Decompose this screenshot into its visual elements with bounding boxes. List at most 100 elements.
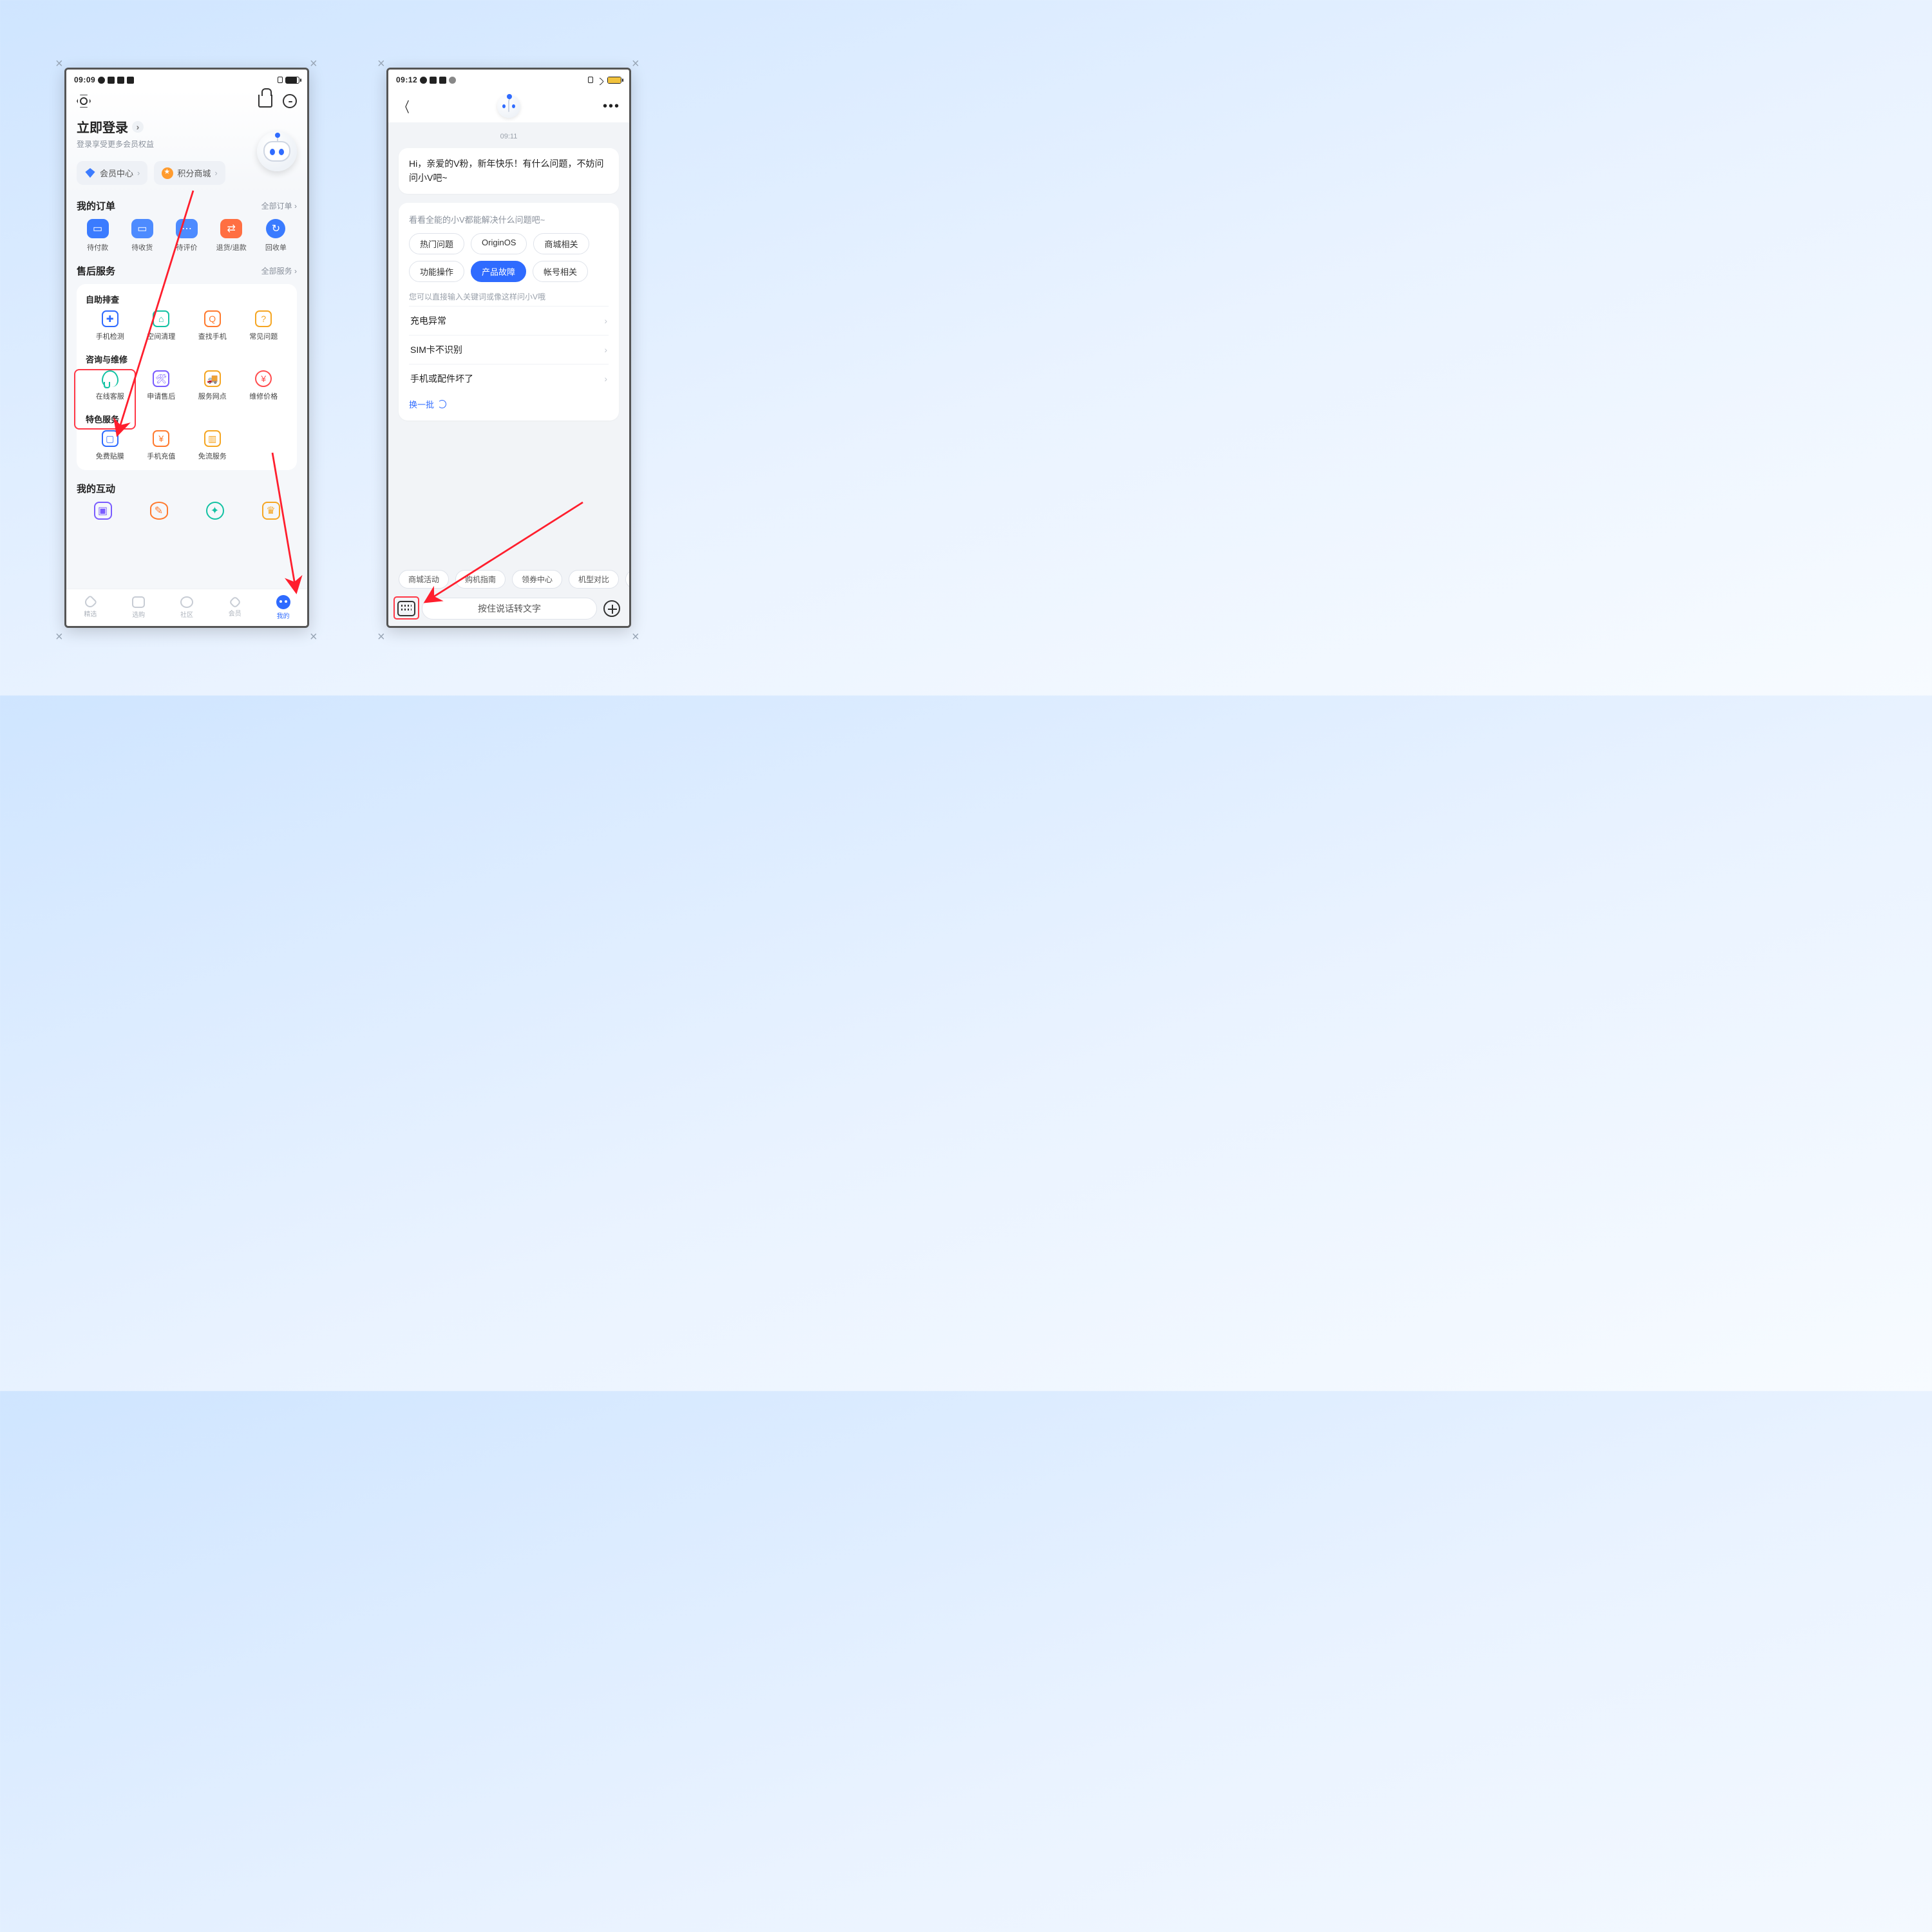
faq-tag[interactable]: 功能操作 <box>409 261 464 282</box>
svc-clean-space[interactable]: ⌂空间清理 <box>136 310 187 341</box>
tab-featured[interactable]: 精选 <box>66 589 115 626</box>
plus-icon[interactable] <box>603 600 620 617</box>
heart-icon <box>83 595 98 610</box>
star-icon <box>162 167 173 179</box>
phone-chat-screen: 09:12 〈 ••• 09:11 Hi，亲爱的V粉，新年快乐！有什么问题，不妨… <box>386 68 631 628</box>
faq-tag[interactable]: 帐号相关 <box>533 261 588 282</box>
status-icon <box>108 77 115 84</box>
chat-nav-bar: 〈 ••• <box>388 90 629 122</box>
status-icon <box>117 77 124 84</box>
chat-avatar[interactable] <box>497 95 520 118</box>
chat-icon <box>180 596 193 608</box>
service-group2-title: 咨询与维修 <box>86 353 289 365</box>
svc-repair-price[interactable]: ¥维修价格 <box>238 370 290 401</box>
order-refund[interactable]: ⇄退货/退款 <box>216 219 247 252</box>
faq-tag[interactable]: 热门问题 <box>409 233 464 254</box>
battery-icon <box>607 77 621 84</box>
status-bar: 09:12 <box>388 70 629 90</box>
order-pending-ship[interactable]: ▭待收货 <box>131 219 153 252</box>
cart-icon[interactable] <box>258 95 272 108</box>
phone-profile-screen: 09:09 立即登录 › 登录享受更多会员权益 <box>64 68 309 628</box>
faq-tag-row: 热门问题 OriginOS 商城相关 功能操作 产品故障 帐号相关 <box>409 233 609 282</box>
tab-community[interactable]: 社区 <box>163 589 211 626</box>
faq-question[interactable]: 手机或配件坏了› <box>409 364 609 393</box>
voice-input-button[interactable]: 按住说话转文字 <box>422 598 597 620</box>
order-pending-pay[interactable]: ▭待付款 <box>87 219 109 252</box>
faq-tag[interactable]: 商城相关 <box>533 233 589 254</box>
order-recycle[interactable]: ↻回收单 <box>265 219 287 252</box>
more-button[interactable]: ••• <box>603 99 620 114</box>
diamond-icon <box>84 167 96 179</box>
back-button[interactable]: 〈 <box>399 96 409 117</box>
diamond-icon <box>229 596 242 609</box>
status-icon <box>127 77 134 84</box>
svc-find-phone[interactable]: Q查找手机 <box>187 310 238 341</box>
faq-card: 看看全能的小V都能解决什么问题吧~ 热门问题 OriginOS 商城相关 功能操… <box>399 203 619 421</box>
quick-chip[interactable]: 机型对比 <box>569 570 619 589</box>
messages-icon[interactable] <box>283 94 297 108</box>
quick-chip[interactable]: 领券中心 <box>512 570 562 589</box>
svc-online-support[interactable]: 在线客服 <box>84 370 136 401</box>
status-icon <box>439 77 446 84</box>
profile-header: 立即登录 › 登录享受更多会员权益 会员中心› 积分商城› <box>66 90 307 194</box>
interact-icon[interactable]: ✦ <box>206 502 224 520</box>
keyboard-icon[interactable] <box>397 601 415 616</box>
status-icon <box>449 77 456 84</box>
interact-title: 我的互动 <box>77 482 115 495</box>
quick-chip[interactable]: 商城活动 <box>399 570 449 589</box>
svc-faq[interactable]: ?常见问题 <box>238 310 290 341</box>
svc-free-data[interactable]: ▥免流服务 <box>187 430 238 461</box>
chevron-right-icon: › <box>132 121 144 133</box>
sim-icon <box>278 77 283 83</box>
faq-question[interactable]: 充电异常› <box>409 306 609 335</box>
battery-icon <box>285 77 299 84</box>
bottom-tab-bar: 精选 选购 社区 会员 我的 <box>66 589 307 626</box>
faq-lead: 看看全能的小V都能解决什么问题吧~ <box>409 213 609 225</box>
tab-member[interactable]: 会员 <box>211 589 259 626</box>
chat-greeting-bubble: Hi，亲爱的V粉，新年快乐！有什么问题，不妨问问小V吧~ <box>399 148 619 194</box>
chat-input-bar: 按住说话转文字 <box>388 591 629 626</box>
refresh-icon <box>438 400 446 408</box>
member-center-button[interactable]: 会员中心› <box>77 161 147 185</box>
status-bar: 09:09 <box>66 70 307 90</box>
avatar-bot[interactable] <box>257 131 297 171</box>
sim-icon <box>588 77 593 83</box>
face-icon <box>276 595 290 609</box>
quick-chip[interactable]: 以 <box>625 570 629 589</box>
points-mall-button[interactable]: 积分商城› <box>154 161 225 185</box>
service-more[interactable]: 全部服务 › <box>261 265 297 276</box>
svc-phone-check[interactable]: ✚手机检测 <box>84 310 136 341</box>
orders-title: 我的订单 <box>77 199 115 213</box>
orders-more[interactable]: 全部订单 › <box>261 200 297 211</box>
headset-icon <box>102 370 118 387</box>
status-icon <box>430 77 437 84</box>
bag-icon <box>132 596 145 608</box>
faq-question[interactable]: SIM卡不识别› <box>409 335 609 364</box>
status-time: 09:09 <box>74 75 95 84</box>
login-title-text: 立即登录 <box>77 117 128 136</box>
service-group3-title: 特色服务 <box>86 413 289 425</box>
faq-refresh[interactable]: 换一批 <box>409 398 609 410</box>
login-button[interactable]: 立即登录 › <box>77 117 297 136</box>
interact-icon[interactable]: ▣ <box>94 502 112 520</box>
status-icon <box>98 77 105 84</box>
interact-icon[interactable]: ♛ <box>262 502 280 520</box>
svc-after-sale[interactable]: 🛠申请售后 <box>136 370 187 401</box>
interact-icon[interactable]: ✎ <box>150 502 168 520</box>
faq-tag[interactable]: OriginOS <box>471 233 527 254</box>
tab-shop[interactable]: 选购 <box>115 589 163 626</box>
svc-service-site[interactable]: 🚚服务网点 <box>187 370 238 401</box>
status-time: 09:12 <box>396 75 417 84</box>
quick-suggestion-row: 商城活动 购机指南 领券中心 机型对比 以 <box>388 570 629 589</box>
svc-free-film[interactable]: ▢免费贴膜 <box>84 430 136 461</box>
service-group1-title: 自助排查 <box>86 293 289 305</box>
interact-grid: ▣ ✎ ✦ ♛ <box>77 502 297 520</box>
quick-chip[interactable]: 购机指南 <box>455 570 506 589</box>
faq-tag-selected[interactable]: 产品故障 <box>471 261 526 282</box>
tab-mine[interactable]: 我的 <box>259 589 307 626</box>
settings-hex-icon[interactable] <box>77 94 91 108</box>
chat-timestamp: 09:11 <box>399 133 619 140</box>
order-pending-review[interactable]: ⋯待评价 <box>176 219 198 252</box>
svc-topup[interactable]: ¥手机充值 <box>136 430 187 461</box>
service-title: 售后服务 <box>77 264 115 278</box>
